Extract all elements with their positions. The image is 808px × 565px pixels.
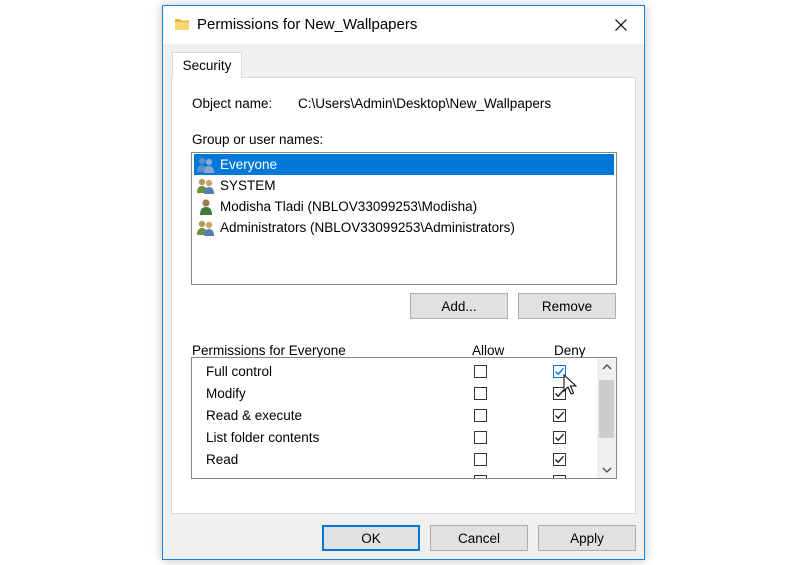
deny-checkbox[interactable] [553,409,566,422]
check-icon [555,455,565,464]
deny-checkbox[interactable] [553,475,566,478]
title-bar[interactable]: Permissions for New_Wallpapers [163,6,644,44]
list-item-label: Everyone [220,157,278,172]
mouse-cursor-icon [563,374,577,395]
users-icon [197,157,214,173]
list-item-label: SYSTEM [220,178,276,193]
deny-checkbox[interactable] [553,431,566,444]
add-button[interactable]: Add... [410,293,508,319]
apply-button[interactable]: Apply [538,525,636,551]
permissions-label: Permissions for Everyone [192,343,346,358]
close-button[interactable] [598,6,644,44]
chevron-down-icon [602,467,611,473]
permissions-dialog: Permissions for New_Wallpapers Security … [162,5,645,560]
users-icon [197,220,214,236]
user-icon [200,198,212,215]
remove-button[interactable]: Remove [518,293,616,319]
permission-name: Read [206,452,239,467]
permission-name: Read & execute [206,408,303,423]
permission-row-partial [192,471,597,478]
list-item-label: Administrators (NBLOV33099253\Administra… [220,220,515,235]
scroll-up-button[interactable] [597,358,616,375]
chevron-up-icon [602,363,611,369]
security-panel: Object name: C:\Users\Admin\Desktop\New_… [171,77,636,514]
folder-icon [175,19,189,30]
allow-checkbox[interactable] [474,431,487,444]
close-icon [615,19,627,31]
check-icon [555,411,565,420]
allow-checkbox[interactable] [474,365,487,378]
window-title: Permissions for New_Wallpapers [197,16,418,33]
allow-header: Allow [472,343,505,358]
tab-security-label: Security [182,58,232,73]
deny-header: Deny [554,343,586,358]
list-item-everyone[interactable]: Everyone [194,154,614,175]
list-item-system[interactable]: SYSTEM [194,175,614,196]
group-names-label: Group or user names: [192,132,324,147]
object-name-label: Object name: [192,96,273,111]
list-item-label: Modisha Tladi (NBLOV33099253\Modisha) [220,199,478,214]
allow-checkbox[interactable] [474,453,487,466]
permission-row-list-folder: List folder contents [192,427,597,449]
permission-name: Modify [206,386,246,401]
allow-checkbox[interactable] [474,387,487,400]
permission-row-modify: Modify [192,383,597,405]
cancel-button[interactable]: Cancel [430,525,528,551]
permission-name: List folder contents [206,430,320,445]
allow-checkbox[interactable] [474,409,487,422]
allow-checkbox[interactable] [474,475,487,478]
permissions-list: Full control Modify Read & execute List … [191,357,617,479]
permissions-scrollbar[interactable] [597,358,616,478]
group-user-list[interactable]: Everyone SYSTEM Modisha Tladi (NBLOV3309… [191,152,617,285]
ok-button[interactable]: OK [322,525,420,551]
object-name-value: C:\Users\Admin\Desktop\New_Wallpapers [298,96,552,111]
tab-security[interactable]: Security [172,52,242,78]
scroll-thumb[interactable] [599,380,614,438]
deny-checkbox[interactable] [553,453,566,466]
permission-row-read: Read [192,449,597,471]
list-item-modisha[interactable]: Modisha Tladi (NBLOV33099253\Modisha) [194,196,614,217]
scroll-down-button[interactable] [597,461,616,478]
list-item-administrators[interactable]: Administrators (NBLOV33099253\Administra… [194,217,614,238]
check-icon [555,433,565,442]
permission-name: Full control [206,364,273,379]
users-icon [197,178,214,194]
permission-row-read-execute: Read & execute [192,405,597,427]
permission-row-full-control: Full control [192,361,597,383]
